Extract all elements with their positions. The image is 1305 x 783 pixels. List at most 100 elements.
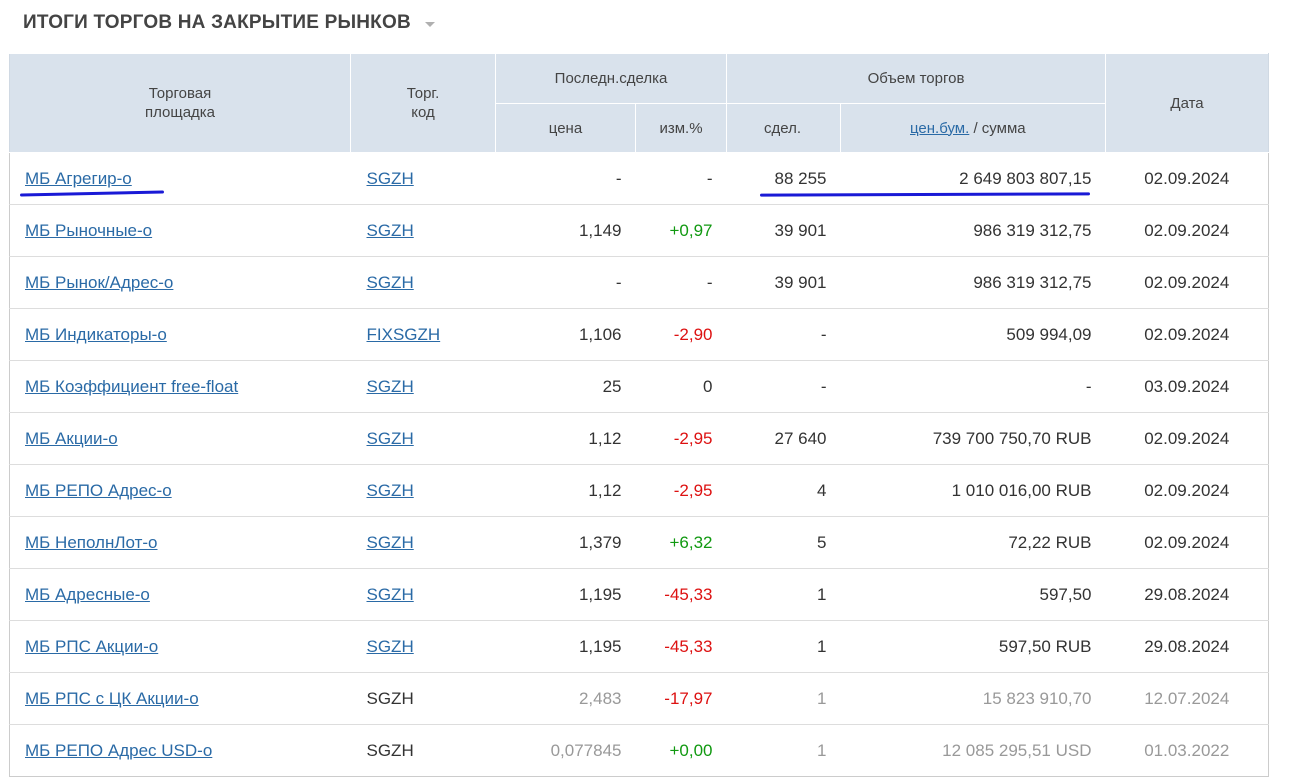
code-cell: SGZH: [350, 204, 496, 257]
platform-link[interactable]: МБ РЕПО Адрес USD-о: [25, 741, 212, 760]
platform-link[interactable]: МБ Акции-о: [25, 429, 118, 448]
page-heading: ИТОГИ ТОРГОВ НА ЗАКРЫТИЕ РЫНКОВ: [23, 12, 435, 34]
platform-cell: МБ РПС Акции-о: [9, 620, 351, 673]
code-cell: SGZH: [350, 516, 496, 569]
volume-cell: 597,50: [840, 568, 1106, 621]
platform-cell: МБ Агрегир-о: [9, 152, 351, 205]
code-link[interactable]: SGZH: [367, 169, 414, 188]
code-link[interactable]: SGZH: [367, 481, 414, 500]
deals-cell: -: [726, 308, 841, 361]
header-securities-sum: цен.бум. / сумма: [839, 103, 1107, 153]
securities-link[interactable]: цен.бум.: [910, 120, 969, 137]
code-cell: SGZH: [350, 620, 496, 673]
change-cell: -: [635, 256, 727, 309]
volume-cell: 986 319 312,75: [840, 256, 1106, 309]
deals-cell: 4: [726, 464, 841, 517]
platform-cell: МБ РЕПО Адрес USD-о: [9, 724, 351, 777]
header-code: Торг. код: [350, 53, 496, 153]
table-row: МБ РПС с ЦК Акции-о SGZH 2,483 -17,97 1 15 82…: [9, 672, 1270, 725]
deals-cell: -: [726, 360, 841, 413]
platform-link[interactable]: МБ Рыночные-о: [25, 221, 152, 240]
table-row: МБ Индикаторы-о FIXSGZH 1,106 -2,90-509 994…: [9, 308, 1270, 361]
date-cell: 02.09.2024: [1105, 308, 1270, 361]
change-cell: -45,33: [635, 620, 727, 673]
price-cell: 1,195: [495, 620, 636, 673]
price-cell: 1,12: [495, 464, 636, 517]
table-row: МБ Рынок/Адрес-о SGZH - -39 901 986 319 312,…: [9, 256, 1270, 309]
price-cell: 25: [495, 360, 636, 413]
volume-cell: 2 649 803 807,15: [840, 152, 1106, 205]
price-cell: 0,077845: [495, 724, 636, 777]
sum-label: / сумма: [973, 119, 1026, 137]
change-cell: -45,33: [635, 568, 727, 621]
platform-link[interactable]: МБ Агрегир-о: [25, 169, 132, 188]
change-cell: -2,95: [635, 412, 727, 465]
deals-cell: 39 901: [726, 256, 841, 309]
platform-cell: МБ НеполнЛот-о: [9, 516, 351, 569]
date-cell: 29.08.2024: [1105, 620, 1270, 673]
code-link[interactable]: SGZH: [367, 533, 414, 552]
volume-cell: 15 823 910,70: [840, 672, 1106, 725]
code-cell: SGZH: [350, 672, 496, 725]
code-text: SGZH: [366, 740, 414, 760]
platform-link[interactable]: МБ Рынок/Адрес-о: [25, 273, 173, 292]
deals-cell: 1: [726, 672, 841, 725]
platform-cell: МБ Адресные-о: [9, 568, 351, 621]
deals-cell: 27 640: [726, 412, 841, 465]
platform-link[interactable]: МБ РЕПО Адрес-о: [25, 481, 172, 500]
platform-link[interactable]: МБ РПС Акции-о: [25, 637, 158, 656]
price-cell: 2,483: [495, 672, 636, 725]
date-cell: 29.08.2024: [1105, 568, 1270, 621]
code-link[interactable]: SGZH: [367, 377, 414, 396]
platform-cell: МБ Рыночные-о: [9, 204, 351, 257]
header-last-trade: Последн.сделка: [495, 53, 727, 104]
date-cell: 02.09.2024: [1105, 204, 1270, 257]
code-cell: FIXSGZH: [350, 308, 496, 361]
code-cell: SGZH: [350, 724, 496, 777]
platform-cell: МБ Индикаторы-о: [9, 308, 351, 361]
header-price: цена: [495, 103, 636, 153]
chevron-down-icon[interactable]: [424, 22, 435, 27]
code-link[interactable]: SGZH: [367, 637, 414, 656]
deals-cell: 88 255: [726, 152, 841, 205]
change-cell: 0: [635, 360, 727, 413]
platform-link[interactable]: МБ НеполнЛот-о: [25, 533, 158, 552]
platform-cell: МБ Акции-о: [9, 412, 351, 465]
date-cell: 02.09.2024: [1105, 152, 1270, 205]
price-cell: 1,12: [495, 412, 636, 465]
platform-link[interactable]: МБ Коэффициент free-float: [25, 377, 238, 396]
table-body: МБ Агрегир-о SGZH - -88 255 2 649 803 807,15…: [9, 152, 1270, 777]
code-link[interactable]: SGZH: [367, 221, 414, 240]
table-row: МБ РЕПО Адрес-о SGZH 1,12 -2,95 4 1 010 016,0…: [9, 464, 1270, 517]
code-link[interactable]: FIXSGZH: [367, 325, 441, 344]
date-cell: 02.09.2024: [1105, 256, 1270, 309]
header-platform: Торговая площадка: [9, 53, 351, 153]
date-cell: 02.09.2024: [1105, 516, 1270, 569]
platform-cell: МБ Коэффициент free-float: [9, 360, 351, 413]
platform-link[interactable]: МБ Индикаторы-о: [25, 325, 167, 344]
header-deals: сдел.: [726, 103, 841, 153]
platform-link[interactable]: МБ РПС с ЦК Акции-о: [25, 689, 199, 708]
code-text: SGZH: [366, 688, 414, 708]
header-code-label: Торг. код: [406, 85, 440, 121]
table-row: МБ Агрегир-о SGZH - -88 255 2 649 803 807,15…: [9, 152, 1270, 205]
code-cell: SGZH: [350, 256, 496, 309]
table-row: МБ Рыночные-о SGZH 1,149 +0,97 39 901 986 319…: [9, 204, 1270, 257]
platform-link[interactable]: МБ Адресные-о: [25, 585, 150, 604]
volume-cell: 597,50 RUB: [840, 620, 1106, 673]
code-cell: SGZH: [350, 464, 496, 517]
platform-cell: МБ РПС с ЦК Акции-о: [9, 672, 351, 725]
change-cell: +6,32: [635, 516, 727, 569]
change-cell: -2,95: [635, 464, 727, 517]
code-link[interactable]: SGZH: [367, 585, 414, 604]
change-cell: -17,97: [635, 672, 727, 725]
price-cell: 1,106: [495, 308, 636, 361]
volume-cell: 509 994,09: [840, 308, 1106, 361]
table-row: МБ РПС Акции-о SGZH 1,195 -45,33 1 597,50 RUB…: [9, 620, 1270, 673]
volume-cell: 739 700 750,70 RUB: [840, 412, 1106, 465]
volume-cell: -: [840, 360, 1106, 413]
code-link[interactable]: SGZH: [367, 273, 414, 292]
code-link[interactable]: SGZH: [367, 429, 414, 448]
market-results-table: Торговая площадка Торг. код Последн.сдел…: [9, 53, 1270, 777]
platform-cell: МБ РЕПО Адрес-о: [9, 464, 351, 517]
